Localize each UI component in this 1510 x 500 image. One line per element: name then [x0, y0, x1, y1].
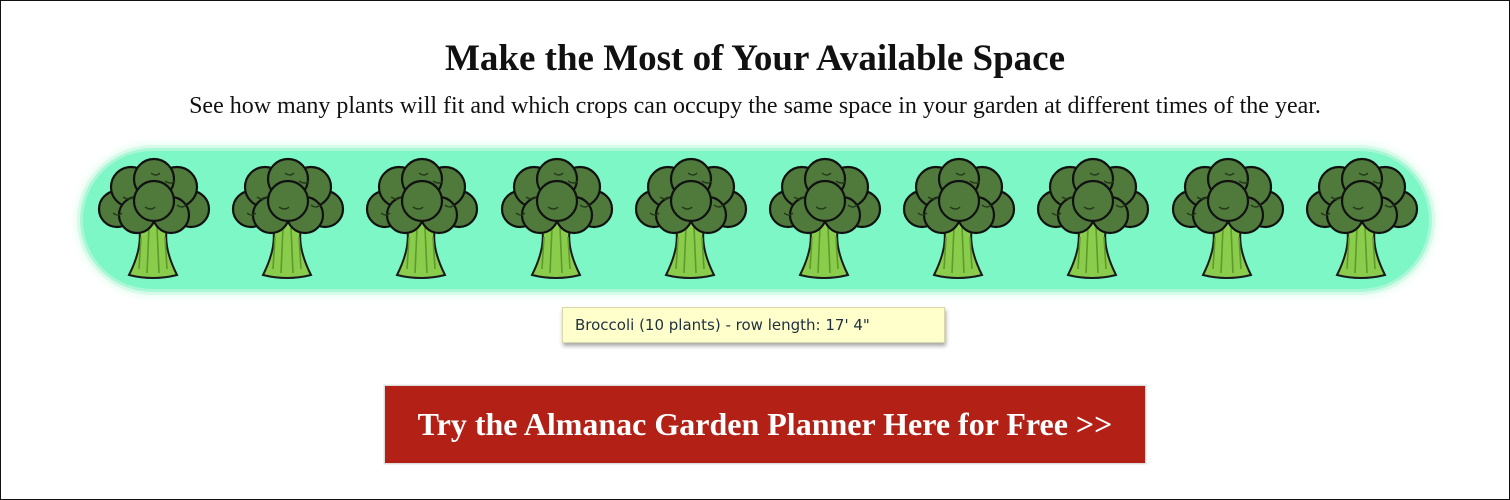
garden-planner-button[interactable]: Try the Almanac Garden Planner Here for … — [383, 384, 1147, 465]
page-title: Make the Most of Your Available Space — [444, 38, 1066, 79]
promo-banner: Make the Most of Your Available Space Se… — [0, 0, 1510, 500]
broccoli-icon[interactable] — [898, 157, 1020, 281]
garden-row-bed[interactable] — [83, 151, 1429, 289]
row-info-tooltip: Broccoli (10 plants) - row length: 17' 4… — [562, 307, 945, 343]
broccoli-icon[interactable] — [630, 157, 752, 281]
broccoli-icon[interactable] — [764, 157, 886, 281]
broccoli-icon[interactable] — [496, 157, 618, 281]
broccoli-icon[interactable] — [1301, 157, 1423, 281]
broccoli-icon[interactable] — [1032, 157, 1154, 281]
broccoli-icon[interactable] — [227, 157, 349, 281]
broccoli-icon[interactable] — [93, 157, 215, 281]
page-subtitle: See how many plants will fit and which c… — [189, 93, 1321, 119]
broccoli-icon[interactable] — [1167, 157, 1289, 281]
broccoli-icon[interactable] — [361, 157, 483, 281]
